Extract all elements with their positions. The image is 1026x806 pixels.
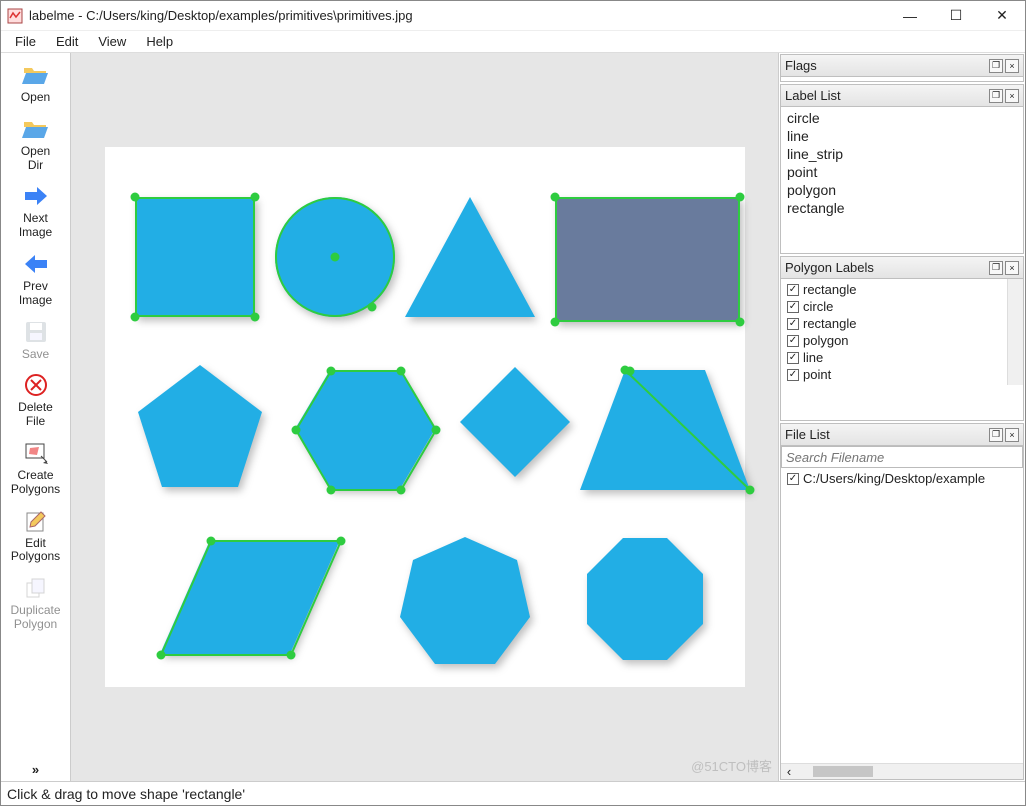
menu-file[interactable]: File [5,32,46,51]
flags-body[interactable] [781,77,1023,81]
list-item[interactable]: ✓C:/Users/king/Desktop/example [785,470,1019,487]
folder-dir-icon [22,115,50,143]
status-bar: Click & drag to move shape 'rectangle' [1,781,1025,805]
list-item[interactable]: ✓rectangle [785,281,1003,298]
checkbox-icon[interactable]: ✓ [787,301,799,313]
list-item[interactable]: ✓rectangle [785,315,1003,332]
list-item[interactable]: ✓line [785,349,1003,366]
list-item[interactable]: line [785,127,1019,145]
watermark: @51CTO博客 [691,756,772,775]
search-input[interactable] [781,446,1023,468]
checkbox-icon[interactable]: ✓ [787,335,799,347]
panel-title: File List [785,427,830,442]
list-item[interactable]: point [785,163,1019,181]
edit-icon [22,507,50,535]
close-button[interactable]: ✕ [979,1,1025,30]
list-item[interactable]: ✓polygon [785,332,1003,349]
checkbox-icon[interactable]: ✓ [787,318,799,330]
list-item[interactable]: rectangle [785,199,1019,217]
panel-close-button[interactable]: × [1005,428,1019,442]
menu-edit[interactable]: Edit [46,32,88,51]
save-icon [22,318,50,346]
right-sidebar: Flags ❐ × Label List ❐ × circle line lin… [779,53,1025,781]
scrollbar-vertical[interactable] [1007,279,1023,385]
duplicate-icon [22,574,50,602]
create-polygon-icon [22,439,50,467]
panel-close-button[interactable]: × [1005,261,1019,275]
list-item[interactable]: ✓circle [785,298,1003,315]
panel-undock-button[interactable]: ❐ [989,261,1003,275]
menu-help[interactable]: Help [136,32,183,51]
panel-close-button[interactable]: × [1005,89,1019,103]
tool-next-image[interactable]: Next Image [4,178,68,244]
file-list-body[interactable]: ✓C:/Users/king/Desktop/example [781,468,1023,763]
panel-undock-button[interactable]: ❐ [989,428,1003,442]
tool-delete-file[interactable]: Delete File [4,367,68,433]
panel-title: Label List [785,88,841,103]
panel-close-button[interactable]: × [1005,59,1019,73]
polygon-labels-body[interactable]: ✓rectangle ✓circle ✓rectangle ✓polygon ✓… [781,279,1007,385]
toolbar: Open Open Dir Next Image Prev Image Save… [1,53,71,781]
panel-undock-button[interactable]: ❐ [989,59,1003,73]
window-title: labelme - C:/Users/king/Desktop/examples… [29,8,887,23]
arrow-right-icon [22,182,50,210]
folder-open-icon [22,61,50,89]
minimize-button[interactable]: — [887,1,933,30]
arrow-left-icon [22,250,50,278]
maximize-button[interactable]: ☐ [933,1,979,30]
checkbox-icon[interactable]: ✓ [787,369,799,381]
checkbox-icon[interactable]: ✓ [787,352,799,364]
tool-duplicate-polygon: Duplicate Polygon [4,570,68,636]
canvas-area[interactable]: @51CTO博客 [71,53,779,781]
menu-view[interactable]: View [88,32,136,51]
scrollbar-horizontal[interactable]: ‹ [781,763,1023,779]
tool-edit-polygons[interactable]: Edit Polygons [4,503,68,569]
toolbar-more-icon[interactable]: » [32,762,39,777]
tool-save: Save [4,314,68,366]
panel-title: Polygon Labels [785,260,874,275]
checkbox-icon[interactable]: ✓ [787,284,799,296]
panel-polygon-labels: Polygon Labels ❐ × ✓rectangle ✓circle ✓r… [780,256,1024,421]
panel-flags: Flags ❐ × [780,54,1024,82]
tool-create-polygons[interactable]: Create Polygons [4,435,68,501]
list-item[interactable]: ✓point [785,366,1003,383]
panel-file-list: File List ❐ × ✓C:/Users/king/Desktop/exa… [780,423,1024,780]
menubar: File Edit View Help [1,31,1025,53]
list-item[interactable]: polygon [785,181,1019,199]
tool-prev-image[interactable]: Prev Image [4,246,68,312]
panel-label-list: Label List ❐ × circle line line_strip po… [780,84,1024,254]
delete-icon [22,371,50,399]
checkbox-icon[interactable]: ✓ [787,473,799,485]
list-item[interactable]: circle [785,109,1019,127]
panel-title: Flags [785,58,817,73]
tool-open[interactable]: Open [4,57,68,109]
label-list-body[interactable]: circle line line_strip point polygon rec… [781,107,1023,253]
panel-undock-button[interactable]: ❐ [989,89,1003,103]
app-icon [7,8,23,24]
list-item[interactable]: line_strip [785,145,1019,163]
tool-open-dir[interactable]: Open Dir [4,111,68,177]
titlebar: labelme - C:/Users/king/Desktop/examples… [1,1,1025,31]
